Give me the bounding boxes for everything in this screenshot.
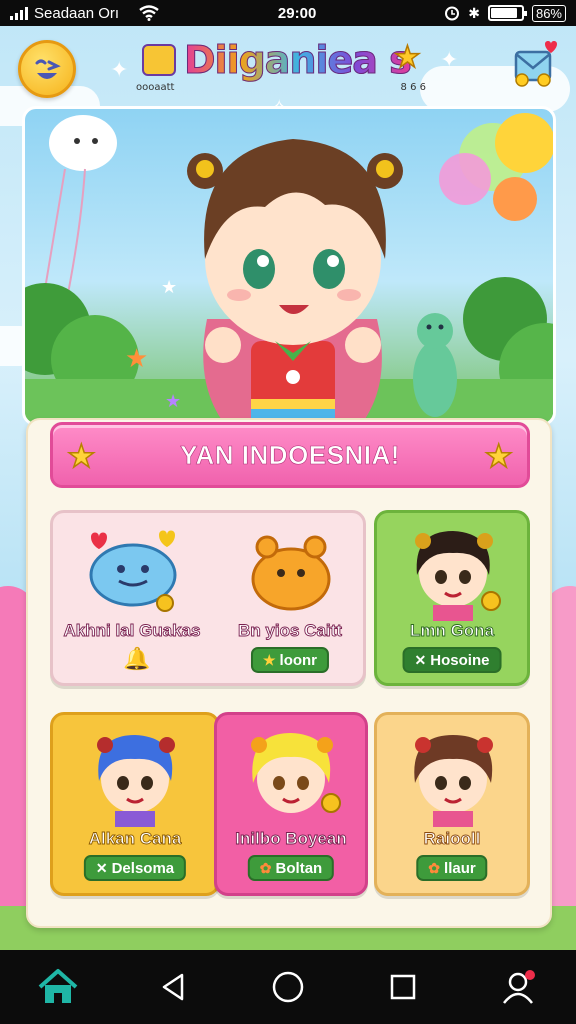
character-name: Inilbo Boyean [235,829,347,849]
home-circle-icon[interactable] [260,959,316,1015]
character-card[interactable]: Raiooll ✿ llaur [374,712,530,896]
blue-slime-icon [89,530,177,612]
battery-icon [487,5,527,21]
character-name: Akhni lal Guakas [63,621,201,641]
mail-heart-icon[interactable] [512,40,558,92]
balloons-icon [439,113,553,221]
profile-icon[interactable] [490,959,546,1015]
character-card[interactable]: Akhni lal Guakas 🔔 [53,513,211,683]
back-triangle-icon[interactable] [145,959,201,1015]
character-name: Lmn Gona [409,621,495,641]
chibi-portrait-icon [415,531,501,621]
chibi-portrait-icon [414,735,493,827]
star-icon: ★ [66,436,96,476]
badge-text: Boltan [275,859,323,877]
star-icon: ★ [262,651,276,668]
close-icon: ✕ [414,651,427,668]
game-logo: Diiganiea s ★ oooaatt 8 6 6 [136,38,426,98]
character-select-panel: ★ YAN INDOESNIA! ★ Akhni lal Guakas 🔔 Bn… [26,418,552,928]
svg-text:★: ★ [165,391,181,412]
star-icon: ★ [393,39,421,76]
system-nav-bar [0,950,576,1024]
signal-icon [10,6,28,20]
ghost-balloon-icon [44,115,117,310]
star-icon: ★ [484,436,514,476]
chibi-character [187,139,403,421]
smiley-emoji-icon[interactable] [18,40,76,98]
top-header: Diiganiea s ★ oooaatt 8 6 6 [0,34,576,98]
character-name: Bn yios Caitt [238,621,343,641]
chibi-portrait-icon [251,733,341,813]
close-icon: ✕ [95,859,108,876]
bell-icon: 🔔 [123,647,151,672]
status-badge: ✕ Delsoma [83,855,187,881]
bluetooth-icon: ✱ [468,4,480,21]
character-card[interactable]: Bn yios Caitt ★ loonr [211,513,363,683]
status-badge: ✕ Hosoine [402,647,502,673]
battery-fill [490,8,517,18]
title-subtext-right: 8 6 6 [400,82,426,93]
badge-text: loonr [279,651,318,669]
clock: 29:00 [277,4,317,22]
alarm-icon [445,6,460,21]
character-name: Alkan Cana [88,829,182,849]
status-badge: ✿ Boltan [247,855,335,881]
hero-banner: ★ ★ ★ [22,106,556,426]
recents-square-icon[interactable] [375,959,431,1015]
character-card[interactable]: Alkan Cana ✕ Delsoma [50,712,220,896]
orange-creature-icon [251,535,331,611]
logo-box-icon [142,44,176,76]
character-name: Raiooll [423,829,481,849]
badge-text: Hosoine [430,651,490,669]
battery-percent: 86% [531,4,566,22]
status-badge: ✿ llaur [416,855,488,881]
badge-text: Delsoma [111,859,175,877]
home-icon[interactable] [30,959,86,1015]
chibi-portrait-icon [97,735,175,827]
hero-illustration: ★ ★ ★ [25,113,553,423]
wifi-icon [139,5,159,21]
status-badge: ★ loonr [250,647,330,673]
svg-text:★: ★ [161,277,177,298]
character-card[interactable]: Inilbo Boyean ✿ Boltan [214,712,368,896]
dinosaur-icon [413,313,457,417]
flower-icon: ✿ [428,859,441,876]
character-card-group-top: Akhni lal Guakas 🔔 Bn yios Caitt ★ loonr [50,510,366,686]
status-bar: Seadaan Orı 29:00 ✱ 86% [0,0,576,26]
carrier-name: Seadaan Orı [34,4,120,22]
banner-title: YAN INDOESNIA! [180,439,400,470]
game-title: Diiganiea s [184,38,413,83]
title-banner: ★ YAN INDOESNIA! ★ [50,422,530,488]
character-card[interactable]: Lmn Gona ✕ Hosoine [374,510,530,686]
svg-text:★: ★ [125,344,148,374]
badge-text: llaur [444,859,476,877]
flower-icon: ✿ [259,859,272,876]
title-subtext-left: oooaatt [136,82,175,93]
